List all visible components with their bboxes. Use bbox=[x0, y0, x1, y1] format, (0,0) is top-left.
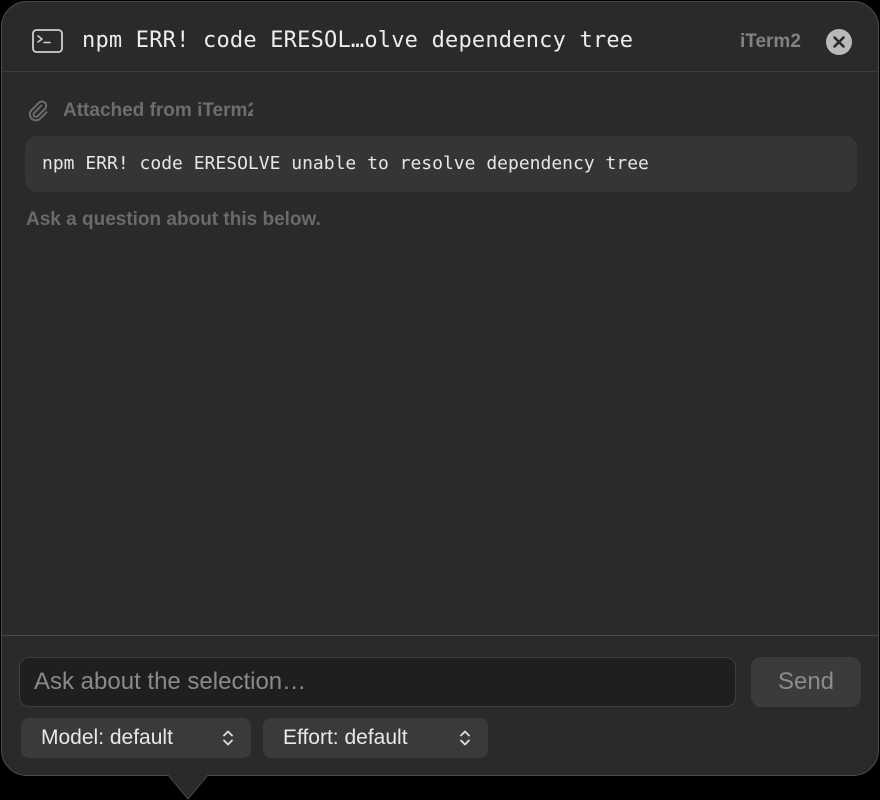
question-input[interactable] bbox=[19, 657, 736, 707]
selected-text-snippet: npm ERR! code ERESOLVE unable to resolve… bbox=[25, 136, 857, 192]
source-app-name: iTerm2 bbox=[740, 31, 801, 52]
chevron-updown-icon bbox=[460, 730, 470, 746]
snippet-text: npm ERR! code ERESOLVE unable to resolve… bbox=[42, 153, 649, 174]
close-button[interactable] bbox=[826, 29, 852, 55]
popover-title: npm ERR! code ERESOL…olve dependency tre… bbox=[82, 28, 634, 53]
model-select-label: Model: default bbox=[41, 726, 173, 749]
hint-text: Ask a question about this below. bbox=[26, 209, 321, 230]
chevron-updown-icon bbox=[223, 730, 233, 746]
terminal-icon bbox=[32, 29, 63, 53]
paperclip-icon bbox=[28, 100, 48, 122]
close-icon bbox=[833, 36, 845, 48]
popover-pointer bbox=[168, 775, 208, 800]
attachment-label: Attached from iTerm2 bbox=[63, 100, 253, 121]
effort-select-label: Effort: default bbox=[283, 726, 408, 749]
send-button[interactable]: Send bbox=[751, 657, 861, 707]
model-select[interactable]: Model: default bbox=[21, 718, 251, 758]
effort-select[interactable]: Effort: default bbox=[263, 718, 488, 758]
composer-footer: Send Model: default Effort: default bbox=[2, 635, 878, 775]
popover-header: npm ERR! code ERESOL…olve dependency tre… bbox=[2, 2, 878, 72]
selection-popover: npm ERR! code ERESOL…olve dependency tre… bbox=[1, 1, 879, 776]
